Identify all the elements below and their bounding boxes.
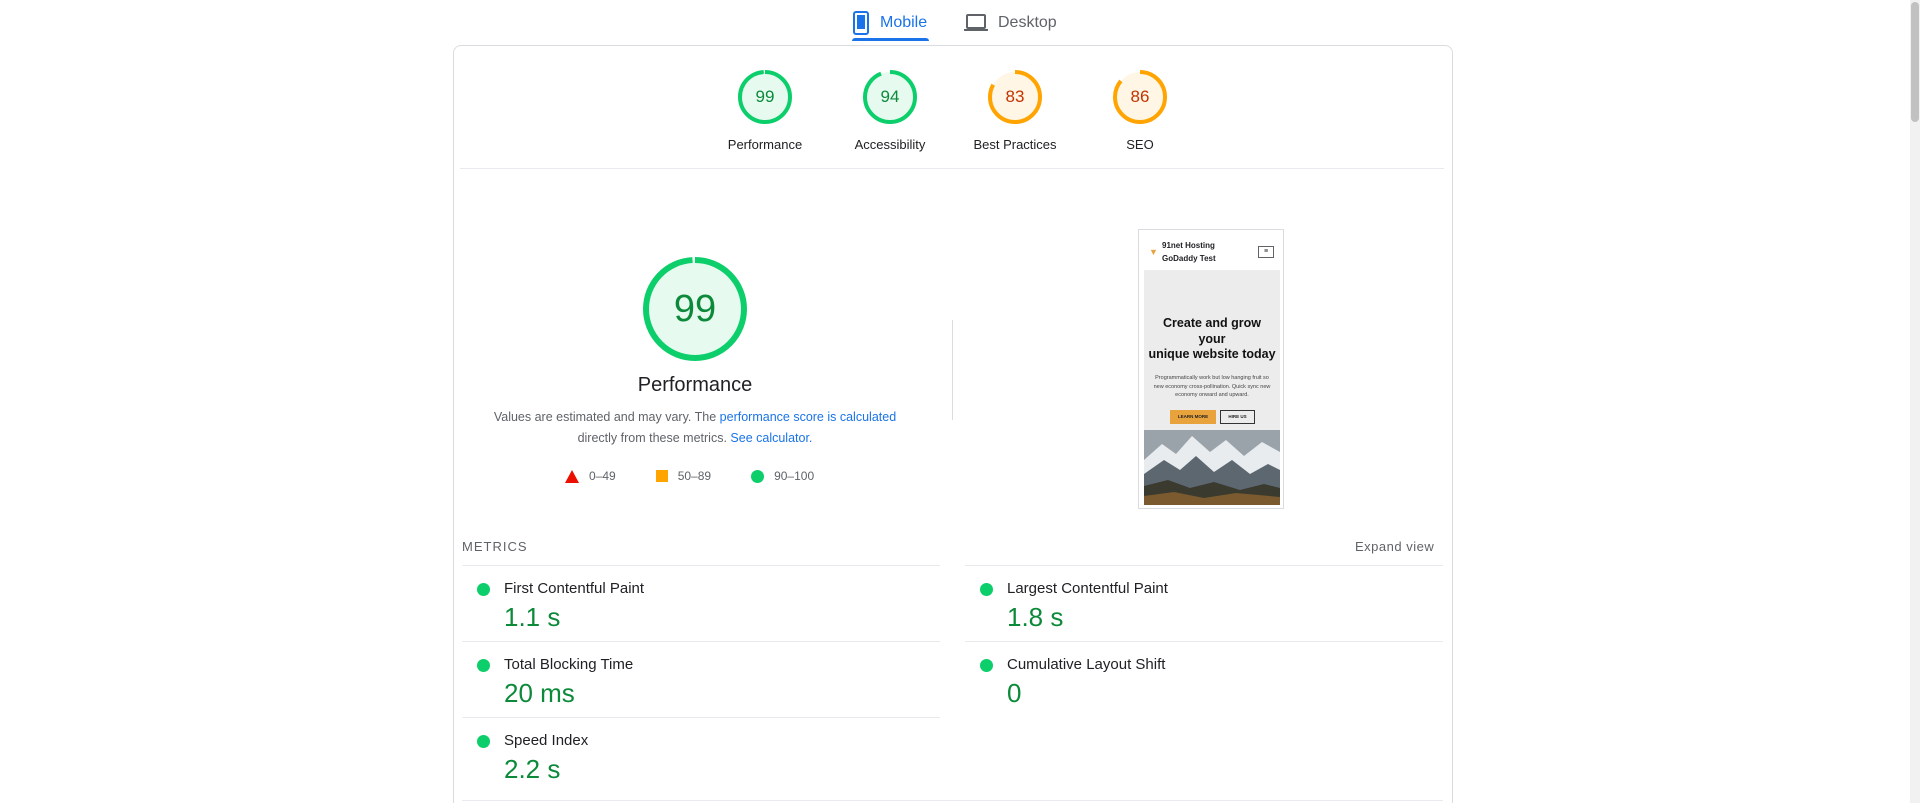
triangle-icon	[565, 469, 579, 483]
metric-name: Total Blocking Time	[504, 656, 634, 673]
headline-line: your	[1198, 331, 1226, 346]
screenshot-header: ▼ 91net Hosting GoDaddy Test ≡	[1139, 230, 1283, 270]
legend-range: 0–49	[589, 469, 616, 483]
expand-view-toggle[interactable]: Expand view	[1355, 539, 1434, 554]
headline-line: unique website today	[1148, 347, 1276, 361]
performance-title: Performance	[637, 374, 753, 396]
laptop-icon	[964, 13, 988, 33]
gauge-best-practices[interactable]: 83 Best Practices	[950, 70, 1080, 152]
final-screenshot[interactable]: ▼ 91net Hosting GoDaddy Test ≡ Create an…	[1138, 229, 1284, 509]
brand-line: GoDaddy Test	[1162, 254, 1216, 263]
pass-icon	[980, 659, 993, 672]
metric-speed-index: Speed Index 2.2 s	[462, 717, 922, 793]
screenshot-headline: Create and grow your unique website toda…	[1144, 316, 1280, 363]
legend-range: 90–100	[774, 469, 815, 483]
tab-desktop[interactable]: Desktop	[964, 4, 1057, 42]
circle-icon	[751, 469, 765, 483]
pass-icon	[477, 583, 490, 596]
screenshot-brand: 91net Hosting GoDaddy Test	[1162, 239, 1216, 265]
pass-icon	[477, 735, 490, 748]
gauge-label: Accessibility	[854, 137, 926, 152]
square-icon	[655, 470, 668, 482]
gauge-label: Best Practices	[973, 137, 1057, 152]
active-tab-indicator	[852, 38, 929, 41]
metric-name: Speed Index	[504, 732, 589, 749]
device-tabs: Mobile Desktop	[0, 0, 1920, 44]
gauge-score: 94	[880, 87, 900, 106]
legend-average: 50–89	[655, 469, 712, 483]
gauge-ring: 94	[863, 70, 917, 124]
score-legend: 0–49 50–89 90–100	[565, 469, 854, 483]
score-calculated-link[interactable]: performance score is calculated	[720, 410, 896, 424]
gauge-score: 86	[1130, 87, 1150, 106]
page-scrollbar[interactable]	[1910, 0, 1920, 803]
metric-divider	[462, 800, 1443, 801]
gauge-ring: 99	[738, 70, 792, 124]
metric-value: 2.2 s	[504, 754, 561, 784]
pass-icon	[477, 659, 490, 672]
screenshot-hire-us: HIRE US	[1220, 410, 1255, 424]
performance-gauge-large: 99	[643, 257, 747, 361]
logo-icon: ▼	[1149, 247, 1158, 257]
legend-fail: 0–49	[565, 469, 616, 483]
desc-text: directly from these metrics.	[577, 431, 727, 445]
menu-icon: ≡	[1258, 246, 1274, 258]
gauge-label: Performance	[727, 137, 803, 152]
brand-line: 91net Hosting	[1162, 241, 1215, 250]
metric-lcp: Largest Contentful Paint 1.8 s	[965, 565, 1425, 641]
gauge-score: 99	[755, 87, 775, 106]
legend-range: 50–89	[677, 469, 712, 483]
scrollbar-thumb[interactable]	[1911, 2, 1919, 122]
screenshot-learn-more: LEARN MORE	[1170, 410, 1216, 424]
gauge-performance[interactable]: 99 Performance	[700, 70, 830, 152]
vertical-divider	[952, 320, 953, 420]
gauge-ring: 83	[988, 70, 1042, 124]
gauge-label: SEO	[1126, 137, 1154, 152]
gauge-seo[interactable]: 86 SEO	[1075, 70, 1205, 152]
tab-mobile[interactable]: Mobile	[852, 4, 927, 42]
screenshot-hero: Create and grow your unique website toda…	[1144, 270, 1280, 505]
metric-value: 1.1 s	[504, 602, 561, 632]
summary-divider	[460, 168, 1444, 169]
metric-value: 20 ms	[504, 678, 575, 708]
see-calculator-link[interactable]: See calculator.	[730, 431, 812, 445]
desc-text: Values are estimated and may vary. The	[493, 410, 717, 424]
pass-icon	[980, 583, 993, 596]
metric-value: 0	[1007, 678, 1022, 708]
gauge-accessibility[interactable]: 94 Accessibility	[825, 70, 955, 152]
gauge-score: 83	[1005, 87, 1025, 106]
metrics-heading: METRICS	[462, 539, 528, 554]
legend-pass: 90–100	[751, 469, 814, 483]
tab-mobile-label: Mobile	[880, 14, 928, 31]
metric-value: 1.8 s	[1007, 602, 1064, 632]
performance-description: Values are estimated and may vary. The p…	[480, 407, 910, 449]
mountain-image	[1144, 430, 1280, 505]
metric-cls: Cumulative Layout Shift 0	[965, 641, 1425, 717]
screenshot-body: Programmatically work but low hanging fr…	[1153, 375, 1271, 398]
metric-name: Largest Contentful Paint	[1007, 580, 1168, 597]
metric-name: First Contentful Paint	[504, 580, 645, 597]
metric-name: Cumulative Layout Shift	[1007, 656, 1166, 673]
tab-desktop-label: Desktop	[998, 14, 1057, 31]
performance-score: 99	[673, 288, 717, 330]
metric-tbt: Total Blocking Time 20 ms	[462, 641, 922, 717]
smartphone-icon	[852, 11, 870, 35]
metric-fcp: First Contentful Paint 1.1 s	[462, 565, 922, 641]
gauge-ring: 86	[1113, 70, 1167, 124]
headline-line: Create and grow	[1163, 316, 1261, 330]
